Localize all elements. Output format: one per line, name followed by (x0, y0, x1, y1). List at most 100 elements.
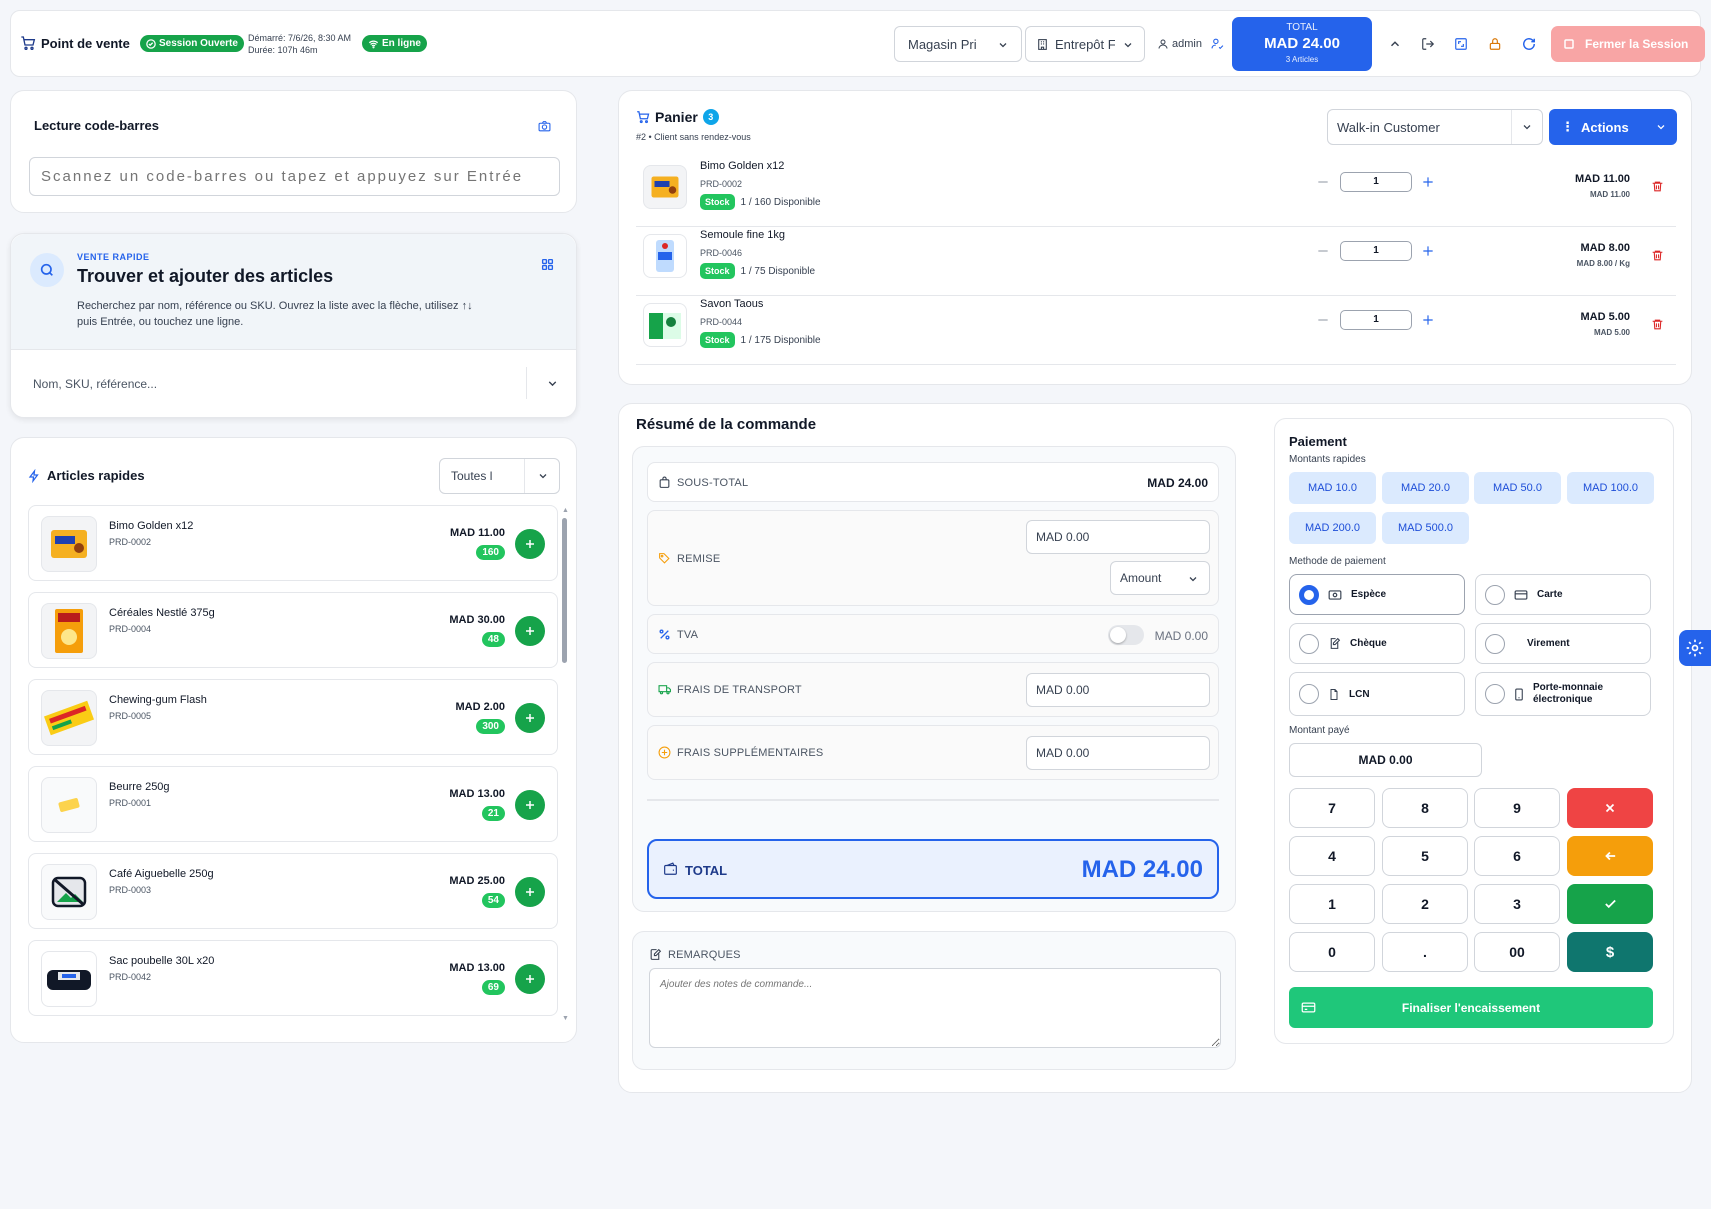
chevron-down-icon (1521, 121, 1533, 133)
grid-icon[interactable] (535, 252, 559, 276)
keypad-0[interactable]: 0 (1289, 932, 1375, 972)
fullscreen-icon[interactable] (1449, 32, 1473, 56)
keypad-3[interactable]: 3 (1474, 884, 1560, 924)
quick-amount-button[interactable]: MAD 500.0 (1382, 512, 1469, 544)
summary-panel: SOUS-TOTAL MAD 24.00 REMISE MAD 0.00 Amo… (632, 446, 1236, 912)
list-item[interactable]: Beurre 250g PRD-0001 MAD 13.00 21 (28, 766, 558, 842)
scroll-down-arrow[interactable]: ▼ (562, 1015, 569, 1025)
cart-icon (636, 110, 650, 124)
finalize-payment-button[interactable]: Finaliser l'encaissement (1289, 987, 1653, 1028)
lock-icon[interactable] (1483, 32, 1507, 56)
refresh-icon[interactable] (1517, 32, 1541, 56)
scroll-up-arrow[interactable]: ▲ (562, 507, 569, 517)
keypad-00[interactable]: 00 (1474, 932, 1560, 972)
quick-amount-button[interactable]: MAD 100.0 (1567, 472, 1654, 504)
payment-method-ewallet[interactable]: Porte-monnaie électronique (1475, 672, 1651, 716)
quick-amount-button[interactable]: MAD 20.0 (1382, 472, 1469, 504)
keypad-clear-button[interactable] (1567, 788, 1653, 828)
keypad-2[interactable]: 2 (1382, 884, 1468, 924)
keypad-7[interactable]: 7 (1289, 788, 1375, 828)
logout-icon[interactable] (1416, 32, 1440, 56)
keypad-4[interactable]: 4 (1289, 836, 1375, 876)
plus-icon[interactable] (1421, 244, 1435, 258)
tax-toggle[interactable] (1108, 625, 1144, 645)
discount-input[interactable]: MAD 0.00 (1026, 520, 1210, 554)
add-item-button[interactable] (515, 703, 545, 733)
close-session-label: Fermer la Session (1585, 37, 1689, 51)
keypad-6[interactable]: 6 (1474, 836, 1560, 876)
kebab-icon: ⋮ (1561, 119, 1574, 134)
chevron-up-icon[interactable] (1383, 32, 1407, 56)
subtotal-row: SOUS-TOTAL MAD 24.00 (647, 462, 1219, 502)
plus-icon[interactable] (1421, 313, 1435, 327)
minus-icon[interactable] (1316, 313, 1330, 327)
notes-textarea[interactable] (649, 968, 1221, 1048)
quantity-input[interactable]: 1 (1340, 172, 1412, 192)
settings-button[interactable] (1679, 630, 1711, 666)
chevron-down-icon[interactable] (540, 371, 564, 395)
unit-price: MAD 11.00 (1589, 190, 1630, 199)
warehouse-select[interactable]: Entrepôt F (1025, 26, 1145, 62)
scrollbar-thumb[interactable] (562, 518, 567, 663)
keypad-5[interactable]: 5 (1382, 836, 1468, 876)
list-item[interactable]: Chewing-gum Flash PRD-0005 MAD 2.00 300 (28, 679, 558, 755)
keypad-9[interactable]: 9 (1474, 788, 1560, 828)
close-session-button[interactable]: Fermer la Session (1551, 26, 1705, 62)
discount-type-select[interactable]: Amount (1110, 561, 1210, 595)
product-price: MAD 30.00 (449, 614, 505, 626)
category-filter[interactable]: Toutes l (439, 458, 560, 494)
add-item-button[interactable] (515, 877, 545, 907)
payment-title: Paiement (1289, 434, 1347, 449)
keypad-confirm-button[interactable] (1567, 884, 1653, 924)
payment-method-cash[interactable]: Espèce (1289, 574, 1465, 615)
list-item[interactable]: Céréales Nestlé 375g PRD-0004 MAD 30.00 … (28, 592, 558, 668)
amount-paid-input[interactable]: MAD 0.00 (1289, 743, 1482, 777)
line-total: MAD 5.00 (1580, 311, 1630, 323)
online-badge-label: En ligne (382, 38, 421, 49)
stock-badge: 54 (481, 893, 505, 908)
keypad-8[interactable]: 8 (1382, 788, 1468, 828)
payment-method-transfer[interactable]: Virement (1475, 623, 1651, 664)
quantity-input[interactable]: 1 (1340, 310, 1412, 330)
list-item[interactable]: Café Aiguebelle 250g PRD-0003 MAD 25.00 … (28, 853, 558, 929)
actions-button[interactable]: ⋮ Actions (1549, 109, 1677, 145)
user-menu[interactable]: admin (1157, 37, 1224, 50)
add-item-button[interactable] (515, 964, 545, 994)
payment-method-lcn[interactable]: LCN (1289, 672, 1465, 716)
minus-icon[interactable] (1316, 175, 1330, 189)
keypad-exact-amount-button[interactable]: $ (1567, 932, 1653, 972)
trash-icon[interactable] (1651, 249, 1664, 262)
camera-icon[interactable] (532, 114, 556, 138)
payment-method-card[interactable]: Carte (1475, 574, 1651, 615)
extra-fees-input[interactable]: MAD 0.00 (1026, 736, 1210, 770)
list-item[interactable]: Sac poubelle 30L x20 PRD-0042 MAD 13.00 … (28, 940, 558, 1016)
store-select[interactable]: Magasin Pri (894, 26, 1022, 62)
product-ref: PRD-0005 (109, 711, 152, 721)
keypad-backspace-button[interactable] (1567, 836, 1653, 876)
add-item-button[interactable] (515, 616, 545, 646)
trash-icon[interactable] (1651, 318, 1664, 331)
shipping-input[interactable]: MAD 0.00 (1026, 673, 1210, 707)
list-item[interactable]: Bimo Golden x12 PRD-0002 MAD 11.00 160 (28, 505, 558, 581)
trash-icon[interactable] (1651, 180, 1664, 193)
chevron-down-icon (997, 39, 1009, 51)
product-search-input[interactable]: Nom, SKU, référence... (33, 377, 157, 391)
document-icon (1328, 688, 1340, 701)
checkout-card: Résumé de la commande SOUS-TOTAL MAD 24.… (618, 403, 1692, 1093)
plus-icon[interactable] (1421, 175, 1435, 189)
customer-select[interactable]: Walk-in Customer (1327, 109, 1543, 145)
barcode-input[interactable] (29, 157, 560, 196)
add-item-button[interactable] (515, 790, 545, 820)
minus-icon[interactable] (1316, 244, 1330, 258)
keypad-dot[interactable]: . (1382, 932, 1468, 972)
add-item-button[interactable] (515, 529, 545, 559)
payment-method-cheque[interactable]: Chèque (1289, 623, 1465, 664)
quantity-input[interactable]: 1 (1340, 241, 1412, 261)
keypad-1[interactable]: 1 (1289, 884, 1375, 924)
card-icon (1301, 1001, 1316, 1014)
product-ref: PRD-0003 (109, 885, 152, 895)
quick-amount-button[interactable]: MAD 10.0 (1289, 472, 1376, 504)
quick-amount-button[interactable]: MAD 50.0 (1474, 472, 1561, 504)
radio-unselected (1485, 584, 1505, 605)
quick-amount-button[interactable]: MAD 200.0 (1289, 512, 1376, 544)
